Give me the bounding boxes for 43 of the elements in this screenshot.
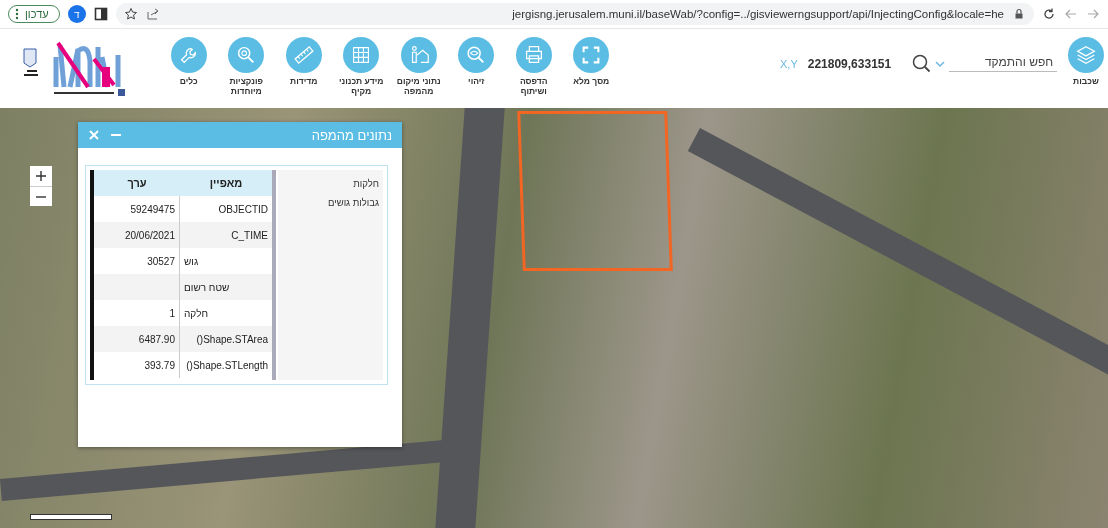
table-cell: ()Shape.STArea xyxy=(180,326,272,352)
table-cell-text: OBJECTID xyxy=(217,202,269,217)
table-cell: 20/06/2021 xyxy=(94,222,180,248)
update-button[interactable]: עדכון xyxy=(8,5,60,23)
plus-icon xyxy=(35,170,47,182)
coordinates-label: X,Y xyxy=(780,58,798,70)
toolbar-button[interactable]: נתוני מיקום מהמפה xyxy=(390,29,448,97)
search-field[interactable]: חפש והתמקד xyxy=(949,55,1058,72)
back-icon[interactable] xyxy=(1064,7,1078,21)
url-text: jergisng.jerusalem.muni.il/baseWab/?config=../gisviewerngsupport/api/InjectingConfig&locale=he xyxy=(511,8,1004,20)
scrollbar[interactable] xyxy=(90,170,94,380)
star-icon[interactable] xyxy=(123,7,138,21)
popup-title: נתונים מהמפה xyxy=(311,127,392,143)
share-icon[interactable] xyxy=(145,7,160,21)
table-cell: שטח רשום xyxy=(180,274,272,300)
table-cell: 6487.90 xyxy=(94,326,180,352)
column-header: ערך xyxy=(94,170,180,196)
profile-avatar[interactable]: ד xyxy=(67,5,86,23)
column-header: מאפיין xyxy=(180,170,272,196)
layer-list-item[interactable]: גבולות גושים xyxy=(328,197,379,208)
toolbar-button[interactable]: מדידות xyxy=(275,29,333,97)
toolbar-button[interactable]: זיהוי xyxy=(447,29,505,97)
layer-list-item[interactable]: חלקות xyxy=(353,178,379,189)
forward-icon[interactable] xyxy=(1086,7,1100,21)
table-cell: C_TIME xyxy=(180,222,272,248)
toolbar-button[interactable]: פונקציות מיוחדות xyxy=(217,29,275,97)
toolbar-button[interactable]: כלים xyxy=(160,29,218,97)
search-icon[interactable] xyxy=(911,53,932,73)
toolbar-button[interactable]: הדפסה ושיתוף xyxy=(505,29,563,97)
toolbar-button[interactable]: מסך מלא xyxy=(562,29,620,97)
sidebar-icon[interactable] xyxy=(93,7,108,21)
ruler-icon xyxy=(291,43,316,67)
toolbar-button[interactable]: מידע תכנוני מקיף xyxy=(332,29,390,97)
zoom-out-button[interactable] xyxy=(30,186,52,206)
address-bar[interactable]: jergisng.jerusalem.muni.il/baseWab/?config=../gisviewerngsupport/api/InjectingConfig&locale=he xyxy=(115,3,1034,25)
more-icon xyxy=(15,8,19,20)
table-cell-text: גוש xyxy=(183,254,200,269)
coordinates-value: 221809,633151 xyxy=(807,57,892,71)
table-cell-text: ()Shape.STLength xyxy=(185,358,269,373)
table-cell: 393.79 xyxy=(94,352,180,378)
table-cell-text: חלקה xyxy=(183,306,210,321)
reload-icon[interactable] xyxy=(1042,7,1056,21)
layers-button[interactable]: שכבות xyxy=(1057,29,1108,87)
